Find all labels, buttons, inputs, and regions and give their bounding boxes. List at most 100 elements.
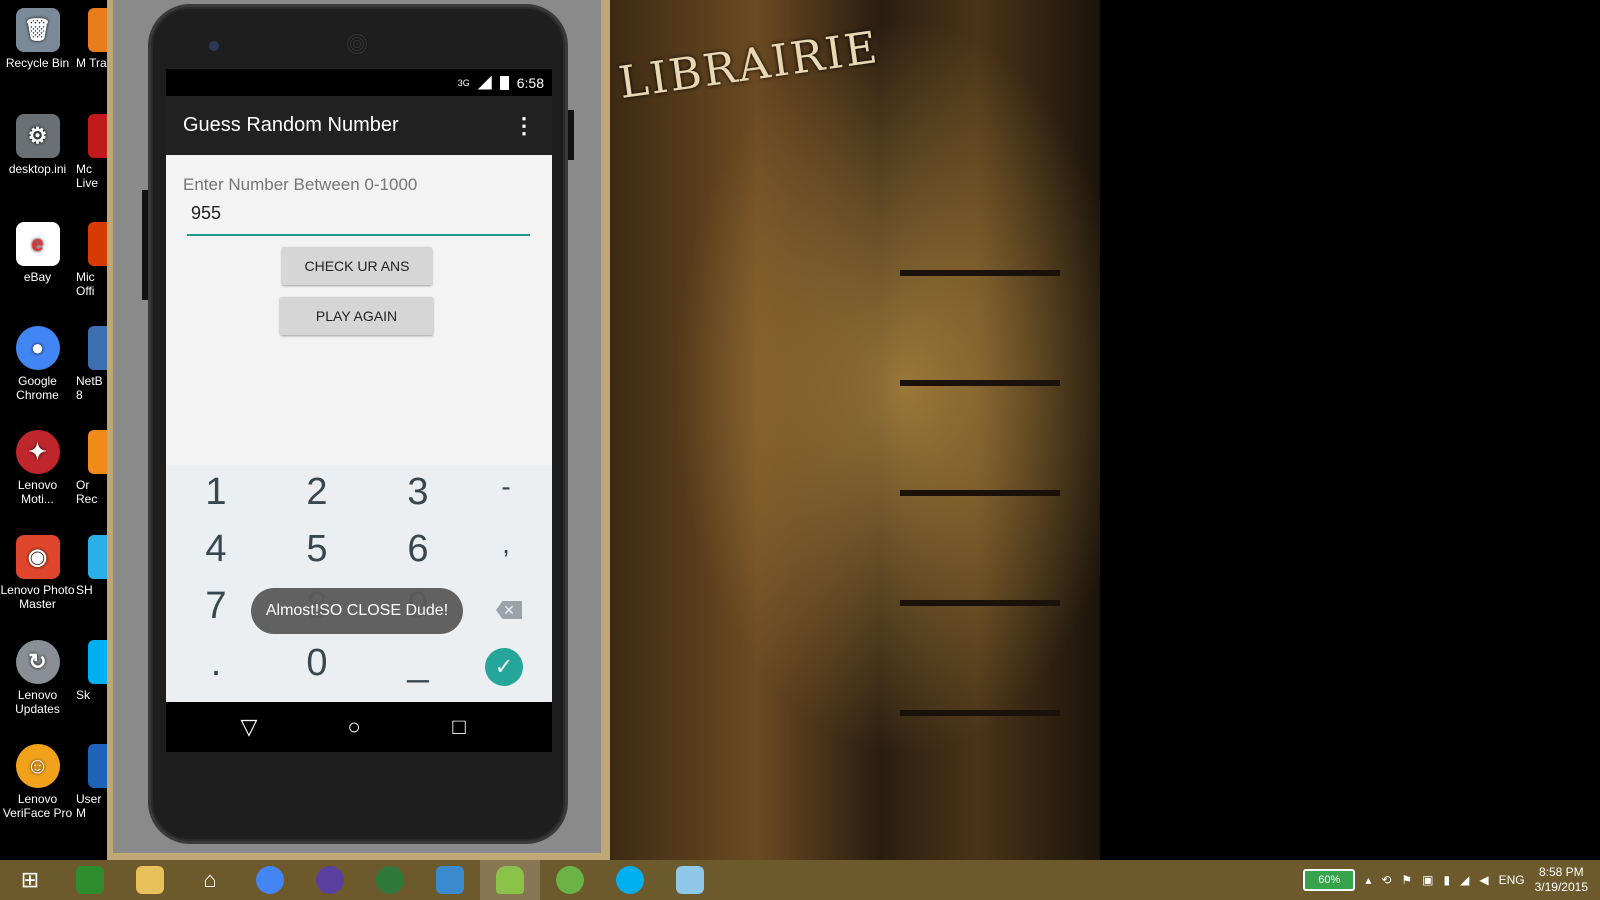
desktop-icon-label: Mc Live: [76, 162, 99, 190]
desktop-icon-chrome[interactable]: ● Google Chrome: [0, 322, 75, 402]
tray-sync-icon[interactable]: ⟲: [1381, 873, 1391, 887]
android-nav-bar: ▽ ○ □: [166, 702, 552, 752]
key-underscore[interactable]: _: [388, 642, 448, 685]
desktop-icon-partial[interactable]: M Tra: [76, 4, 110, 70]
desktop-icon-label: desktop.ini: [8, 162, 67, 176]
desktop-wallpaper: LIBRAIRIE: [610, 0, 1100, 860]
desktop-icon-lenovo-motion[interactable]: ✦ Lenovo Moti...: [0, 426, 75, 506]
taskbar: ⊞ ⌂ 60% ▴ ⟲ ⚑ ▣ ▮ ◢ ◀ ENG 8:58 PM 3/19/2…: [0, 860, 1600, 900]
desktop-icon-label: Or Rec: [76, 478, 98, 506]
taskbar-home[interactable]: ⌂: [180, 860, 240, 900]
ebay-icon: e: [15, 222, 60, 266]
desktop-icon-lenovo-updates[interactable]: ↻ Lenovo Updates: [0, 636, 75, 716]
volume-button[interactable]: [142, 190, 148, 300]
desktop-icon-partial[interactable]: NetB 8: [76, 322, 110, 402]
android-icon: [496, 866, 524, 894]
desktop-icon-label: SH: [76, 583, 93, 597]
taskbar-chrome[interactable]: [240, 860, 300, 900]
cat-app-icon: [316, 866, 344, 894]
desktop-icon-label: Google Chrome: [16, 374, 59, 402]
skype-icon: [616, 866, 644, 894]
check-answer-button[interactable]: CHECK UR ANS: [282, 247, 432, 285]
back-nav-icon[interactable]: ▽: [234, 712, 264, 742]
shelf-decoration: [900, 710, 1060, 716]
key-3[interactable]: 3: [388, 471, 448, 514]
desktop-icon-partial[interactable]: Or Rec: [76, 426, 110, 506]
done-check-icon[interactable]: ✓: [485, 648, 523, 686]
android-studio-icon: [556, 866, 584, 894]
desktop-icon-partial[interactable]: User M: [76, 740, 110, 820]
battery-indicator[interactable]: 60%: [1303, 869, 1356, 891]
key-minus[interactable]: -: [476, 471, 536, 503]
chrome-icon: ●: [15, 326, 60, 370]
volume-icon[interactable]: ◀: [1479, 873, 1488, 887]
key-1[interactable]: 1: [186, 471, 246, 514]
desktop-icon-recycle-bin[interactable]: 🗑 Recycle Bin: [0, 4, 75, 70]
settings-file-icon: ⚙: [15, 114, 60, 158]
start-button[interactable]: ⊞: [0, 860, 60, 900]
key-comma[interactable]: ,: [476, 528, 536, 560]
taskbar-file-explorer[interactable]: [120, 860, 180, 900]
guess-input[interactable]: 955: [187, 203, 530, 236]
network-type: 3G: [457, 77, 470, 88]
home-icon: ⌂: [203, 867, 217, 892]
speaker-icon: [346, 33, 368, 55]
taskbar-monitor[interactable]: [360, 860, 420, 900]
language-indicator[interactable]: ENG: [1499, 873, 1525, 887]
tray-device-icon[interactable]: ▣: [1422, 873, 1433, 887]
desktop-icon-veriface[interactable]: ☺ Lenovo VeriFace Pro: [0, 740, 75, 820]
play-again-button[interactable]: PLAY AGAIN: [280, 297, 433, 335]
desktop-icon-label: Lenovo VeriFace Pro: [2, 792, 73, 820]
show-hidden-icons-icon[interactable]: ▴: [1365, 873, 1371, 887]
guess-input-value: 955: [191, 203, 222, 223]
taskbar-installer[interactable]: [420, 860, 480, 900]
phone-screen: 3G 6:58 Guess Random Number ⋮ Enter Numb…: [166, 69, 552, 752]
recycle-bin-icon: 🗑: [15, 8, 60, 52]
wifi-signal-icon[interactable]: ◢: [1460, 873, 1469, 887]
taskbar-cat-app[interactable]: [300, 860, 360, 900]
key-dot[interactable]: .: [186, 642, 246, 685]
desktop-icon-partial[interactable]: SH: [76, 531, 110, 597]
key-4[interactable]: 4: [186, 528, 246, 571]
action-center-flag-icon[interactable]: ⚑: [1401, 873, 1412, 887]
system-tray: 60% ▴ ⟲ ⚑ ▣ ▮ ◢ ◀ ENG 8:58 PM 3/19/2015: [1303, 860, 1600, 900]
wallpaper-sign: LIBRAIRIE: [615, 22, 883, 109]
clock-time: 8:58 PM: [1538, 865, 1584, 879]
desktop-icon-partial[interactable]: Mc Live: [76, 110, 110, 190]
taskbar-android-studio[interactable]: [540, 860, 600, 900]
network-icon[interactable]: ▮: [1444, 873, 1451, 887]
taskbar-store[interactable]: [60, 860, 120, 900]
desktop-icon-label: M Tra: [76, 56, 107, 70]
desktop-icon-label: Mic Offi: [76, 270, 95, 298]
toast-message: Almost!SO CLOSE Dude!: [251, 588, 463, 634]
taskbar-android-emulator[interactable]: [480, 860, 540, 900]
key-2[interactable]: 2: [287, 471, 347, 514]
shelf-decoration: [900, 490, 1060, 496]
taskbar-skype[interactable]: [600, 860, 660, 900]
recents-nav-icon[interactable]: □: [444, 712, 474, 742]
key-7[interactable]: 7: [186, 585, 246, 628]
backspace-icon[interactable]: ✕: [496, 601, 522, 619]
lenovo-motion-icon: ✦: [15, 430, 60, 474]
desktop-icon-partial[interactable]: Mic Offi: [76, 218, 110, 298]
desktop-icon-label: Lenovo Photo Master: [0, 583, 75, 611]
key-6[interactable]: 6: [388, 528, 448, 571]
app-bar: Guess Random Number ⋮: [166, 96, 552, 155]
number-hint: Enter Number Between 0-1000: [183, 175, 418, 194]
desktop-icon-ebay[interactable]: e eBay: [0, 218, 75, 284]
overflow-menu-icon[interactable]: ⋮: [513, 113, 535, 139]
photo-master-icon: ◉: [15, 535, 60, 579]
desktop-icon-partial[interactable]: Sk: [76, 636, 110, 702]
system-clock[interactable]: 8:58 PM 3/19/2015: [1535, 865, 1588, 895]
desktop-icon-photo-master[interactable]: ◉ Lenovo Photo Master: [0, 531, 75, 611]
desktop-icon-desktop-ini[interactable]: ⚙ desktop.ini: [0, 110, 75, 176]
taskbar-notes[interactable]: [660, 860, 720, 900]
key-0[interactable]: 0: [287, 642, 347, 685]
status-time: 6:58: [516, 74, 544, 91]
desktop-icon-label: eBay: [23, 270, 52, 284]
home-nav-icon[interactable]: ○: [339, 712, 369, 742]
power-button[interactable]: [568, 110, 574, 160]
key-5[interactable]: 5: [287, 528, 347, 571]
installer-icon: [436, 866, 464, 894]
app-content: Enter Number Between 0-1000 955 CHECK UR…: [166, 155, 552, 465]
